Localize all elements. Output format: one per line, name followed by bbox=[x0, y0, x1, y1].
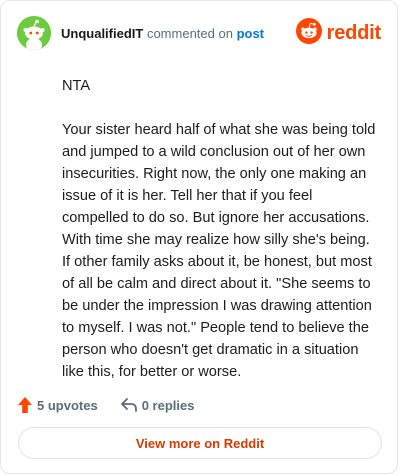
upvote-arrow-icon bbox=[17, 396, 33, 414]
snoo-avatar-icon[interactable] bbox=[17, 16, 51, 50]
embedded-comment-card: UnqualifiedIT commented on post reddit N… bbox=[0, 0, 398, 474]
comment-byline: UnqualifiedIT commented on post bbox=[61, 26, 264, 41]
comment-header: UnqualifiedIT commented on post reddit bbox=[17, 16, 381, 52]
reddit-wordmark: reddit bbox=[326, 21, 382, 44]
post-link[interactable]: post bbox=[237, 26, 264, 41]
reddit-logo-icon bbox=[295, 17, 322, 49]
replies-button[interactable]: 0 replies bbox=[120, 397, 195, 413]
upvotes-count: 5 upvotes bbox=[37, 397, 98, 413]
reddit-brand[interactable]: reddit bbox=[295, 17, 382, 49]
reply-arrow-icon bbox=[120, 397, 138, 413]
comment-body: NTA Your sister heard half of what she w… bbox=[62, 75, 378, 405]
view-more-button[interactable]: View more on Reddit bbox=[18, 427, 382, 459]
comment-paragraph: NTA bbox=[62, 78, 91, 94]
comment-paragraph: Your sister heard half of what she was b… bbox=[62, 122, 376, 380]
replies-count: 0 replies bbox=[141, 397, 195, 413]
upvote-button[interactable]: 5 upvotes bbox=[17, 396, 98, 414]
username-link[interactable]: UnqualifiedIT bbox=[61, 26, 143, 41]
comment-actions: 5 upvotes 0 replies bbox=[17, 394, 194, 416]
byline-action-text: commented on bbox=[143, 26, 237, 41]
